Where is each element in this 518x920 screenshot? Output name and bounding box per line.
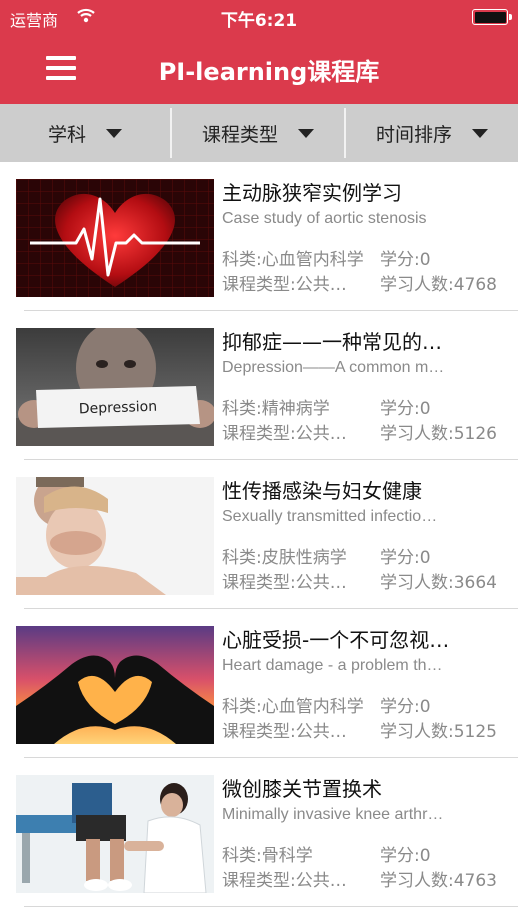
course-thumbnail [16, 477, 214, 595]
course-meta-row: 课程类型:公共… 学习人数:3664 [222, 568, 497, 593]
course-type: 课程类型:公共… [222, 871, 347, 891]
course-thumbnail: Depression [16, 328, 214, 446]
course-credit: 学分:0 [380, 399, 431, 419]
battery-icon [472, 9, 512, 25]
course-learners: 学习人数:5126 [380, 424, 497, 444]
heartbeat-heart-image [16, 179, 214, 297]
knee-exam-image [16, 775, 214, 893]
course-category: 科类:皮肤性病学 [222, 548, 347, 568]
course-learners: 学习人数:4763 [380, 871, 497, 891]
course-thumbnail [16, 775, 214, 893]
list-divider [24, 906, 518, 907]
course-meta-row: 课程类型:公共… 学习人数:4763 [222, 866, 497, 891]
course-credit: 学分:0 [380, 846, 431, 866]
course-info: 抑郁症——一种常见的… Depression——A common m… [222, 327, 512, 379]
filter-bar: 学科 课程类型 时间排序 [0, 104, 518, 162]
course-learners: 学习人数:3664 [380, 573, 497, 593]
caret-down-icon [106, 128, 122, 138]
course-meta-row: 课程类型:公共… 学习人数:5125 [222, 717, 497, 742]
depression-sign-image: Depression [16, 328, 214, 446]
course-meta-row: 科类:皮肤性病学 学分:0 [222, 543, 431, 568]
course-item[interactable]: 微创膝关节置换术 Minimally invasive knee arthr… … [0, 758, 518, 907]
course-type: 课程类型:公共… [222, 275, 347, 295]
course-item[interactable]: 主动脉狭窄实例学习 Case study of aortic stenosis … [0, 162, 518, 311]
course-meta-row: 科类:精神病学 学分:0 [222, 394, 431, 419]
course-category: 科类:心血管内科学 [222, 250, 364, 270]
course-subtitle: Case study of aortic stenosis [222, 210, 427, 227]
course-thumbnail [16, 179, 214, 297]
filter-subject[interactable]: 学科 [0, 104, 170, 162]
heart-hands-sunset-image [16, 626, 214, 744]
course-credit: 学分:0 [380, 697, 431, 717]
course-title: 主动脉狭窄实例学习 [222, 181, 402, 205]
filter-time-sort-label: 时间排序 [375, 123, 452, 146]
course-info: 微创膝关节置换术 Minimally invasive knee arthr… [222, 774, 512, 826]
course-info: 心脏受损-一个不可忽视… Heart damage - a problem th… [222, 625, 512, 677]
caret-down-icon [298, 128, 314, 138]
filter-course-type[interactable]: 课程类型 [172, 104, 344, 162]
course-category: 科类:精神病学 [222, 399, 330, 419]
course-learners: 学习人数:5125 [380, 722, 497, 742]
course-list: 主动脉狭窄实例学习 Case study of aortic stenosis … [0, 162, 518, 907]
course-title: 性传播感染与妇女健康 [222, 479, 422, 503]
filter-subject-label: 学科 [47, 123, 86, 146]
course-category: 科类:心血管内科学 [222, 697, 364, 717]
course-meta-row: 科类:心血管内科学 学分:0 [222, 245, 431, 270]
status-time: 下午6:21 [220, 11, 298, 31]
course-info: 主动脉狭窄实例学习 Case study of aortic stenosis [222, 178, 512, 230]
course-credit: 学分:0 [380, 548, 431, 568]
course-subtitle: Depression——A common m… [222, 359, 445, 376]
course-subtitle: Sexually transmitted infectio… [222, 508, 438, 525]
course-type: 课程类型:公共… [222, 424, 347, 444]
course-item[interactable]: 性传播感染与妇女健康 Sexually transmitted infectio… [0, 460, 518, 609]
course-meta-row: 科类:骨科学 学分:0 [222, 841, 431, 866]
status-bar: 运营商 下午6:21 [0, 0, 518, 34]
filter-course-type-label: 课程类型 [201, 123, 278, 146]
covered-mouth-image [16, 477, 214, 595]
course-meta-row: 课程类型:公共… 学习人数:4768 [222, 270, 497, 295]
course-thumbnail [16, 626, 214, 744]
course-title: 微创膝关节置换术 [222, 777, 382, 801]
course-category: 科类:骨科学 [222, 846, 313, 866]
course-type: 课程类型:公共… [222, 722, 347, 742]
app-header: 运营商 下午6:21 PI-learning课程库 [0, 0, 518, 104]
course-item[interactable]: 心脏受损-一个不可忽视… Heart damage - a problem th… [0, 609, 518, 758]
course-subtitle: Minimally invasive knee arthr… [222, 806, 444, 823]
course-item[interactable]: Depression 抑郁症——一种常见的… Depression——A com… [0, 311, 518, 460]
caret-down-icon [472, 128, 488, 138]
course-info: 性传播感染与妇女健康 Sexually transmitted infectio… [222, 476, 512, 528]
course-credit: 学分:0 [380, 250, 431, 270]
course-meta-row: 课程类型:公共… 学习人数:5126 [222, 419, 497, 444]
course-subtitle: Heart damage - a problem th… [222, 657, 443, 674]
course-type: 课程类型:公共… [222, 573, 347, 593]
course-title: 心脏受损-一个不可忽视… [222, 628, 450, 652]
page-title: PI-learning课程库 [158, 58, 380, 86]
course-title: 抑郁症——一种常见的… [222, 330, 442, 354]
course-learners: 学习人数:4768 [380, 275, 497, 295]
course-meta-row: 科类:心血管内科学 学分:0 [222, 692, 431, 717]
filter-time-sort[interactable]: 时间排序 [346, 104, 518, 162]
sign-text: Depression [79, 399, 158, 418]
